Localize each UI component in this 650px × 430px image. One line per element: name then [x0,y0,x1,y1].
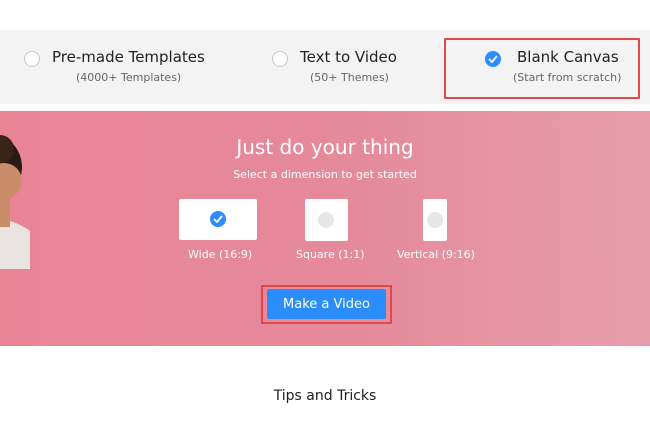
banner-subheading: Select a dimension to get started [233,168,417,181]
dimension-label: Wide (16:9) [188,248,253,261]
radio-unchecked-icon [427,212,443,228]
radio-checked-icon[interactable] [485,51,501,67]
option-title: Text to Video [300,48,397,66]
radio-checked-icon [210,211,226,227]
option-title: Pre-made Templates [52,48,205,66]
dimension-label: Square (1:1) [296,248,365,261]
dimension-square-card[interactable] [305,199,348,241]
make-video-button[interactable]: Make a Video [267,289,386,319]
radio-unchecked-icon[interactable] [24,51,40,67]
tips-heading: Tips and Tricks [273,388,377,404]
option-premade-templates[interactable]: Pre-made Templates (4000+ Templates) [0,30,230,104]
dimension-vertical-card[interactable] [423,199,447,241]
option-title: Blank Canvas [517,48,619,66]
option-blank-canvas[interactable]: Blank Canvas (Start from scratch) [444,30,640,104]
project-type-selector: Pre-made Templates (4000+ Templates) Tex… [0,30,650,104]
radio-unchecked-icon[interactable] [272,51,288,67]
dimension-wide-card[interactable] [179,199,257,240]
option-subtitle: (4000+ Templates) [76,71,182,84]
banner-heading: Just do your thing [236,135,414,159]
dimension-label: Vertical (9:16) [397,248,475,261]
dimension-banner: Just do your thing Select a dimension to… [0,111,650,346]
option-subtitle: (50+ Themes) [310,71,389,84]
option-text-to-video[interactable]: Text to Video (50+ Themes) [230,30,440,104]
option-subtitle: (Start from scratch) [513,71,622,84]
radio-unchecked-icon [318,212,334,228]
